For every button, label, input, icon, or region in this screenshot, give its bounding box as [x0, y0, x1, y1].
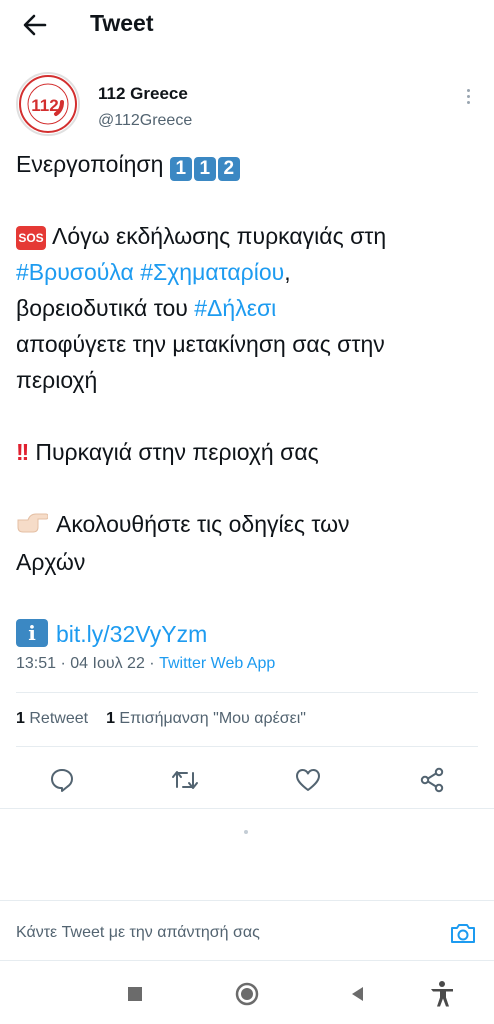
more-vertical-icon: [466, 88, 470, 92]
divider: [0, 808, 494, 809]
recents-button[interactable]: [120, 979, 150, 1009]
top-bar: Tweet: [0, 0, 494, 52]
tweet-line: SOS Λόγω εκδήλωσης πυρκαγιάς στη: [16, 218, 482, 254]
tweet-date: 04 Ιουλ 22: [70, 655, 145, 672]
hashtag-link[interactable]: #Σχηματαρίου: [140, 259, 284, 285]
tweet-meta: 13:51 · 04 Ιουλ 22 · Twitter Web App: [16, 655, 275, 673]
separator: ·: [56, 655, 71, 672]
camera-button[interactable]: [448, 918, 478, 948]
home-button[interactable]: [232, 979, 262, 1009]
activation-text: Ενεργοποίηση: [16, 151, 164, 177]
author-name[interactable]: 112 Greece: [98, 84, 188, 104]
nav-back-button[interactable]: [342, 979, 372, 1009]
tweet-stats: 1 Retweet 1 Επισήμανση "Μου αρέσει": [16, 710, 306, 728]
sos-icon: SOS: [16, 226, 46, 250]
page-title: Tweet: [90, 10, 154, 36]
tweet-line: βορειοδυτικά του #Δήλεσι: [16, 290, 482, 326]
more-options-button[interactable]: [458, 84, 478, 108]
divider: [16, 746, 478, 747]
retweets-stat[interactable]: 1 Retweet: [16, 710, 88, 728]
nav-back-icon: [352, 987, 363, 1001]
reply-input[interactable]: [16, 918, 416, 948]
system-navigation-bar: [0, 962, 494, 1024]
tweet-line: αποφύγετε την μετακίνηση σας στην: [16, 331, 385, 357]
112-logo-icon: 112: [19, 75, 77, 133]
info-icon: i: [16, 619, 48, 647]
tweet-time: 13:51: [16, 655, 57, 672]
double-exclamation-icon: !!: [16, 439, 29, 465]
tweet-line: #Βρυσούλα #Σχηματαρίου,: [16, 254, 482, 290]
hashtag-link[interactable]: #Δήλεσι: [194, 295, 276, 321]
retweet-icon: [172, 771, 198, 789]
separator: ·: [144, 655, 160, 672]
divider: [0, 900, 494, 901]
tweet-line: Αρχών: [16, 549, 86, 575]
tweet-source-link[interactable]: Twitter Web App: [159, 655, 275, 672]
punctuation: ,: [284, 259, 291, 285]
share-icon: [420, 767, 444, 793]
accessibility-icon: [431, 981, 453, 1007]
retweet-button[interactable]: [165, 760, 205, 800]
tweet-text-segment: Ακολουθήστε τις οδηγίες των: [56, 511, 350, 537]
tweet-text-segment: βορειοδυτικά του: [16, 295, 188, 321]
tweet-text: Ενεργοποίηση 112 SOS Λόγω εκδήλωσης πυρκα…: [16, 146, 482, 652]
back-button[interactable]: [18, 10, 52, 40]
like-icon: [296, 769, 320, 791]
author-handle[interactable]: @112Greece: [98, 112, 192, 130]
divider: [0, 960, 494, 961]
like-button[interactable]: [288, 760, 328, 800]
avatar-text: 112: [31, 96, 58, 115]
keycap-digit-1-icon: 1: [193, 157, 216, 181]
tweet-actions: [0, 760, 494, 800]
camera-icon: [451, 924, 475, 943]
tweet-link[interactable]: bit.ly/32VyYzm: [56, 621, 207, 647]
tweet-text-segment: Πυρκαγιά στην περιοχή σας: [35, 439, 319, 465]
reply-button[interactable]: [42, 760, 82, 800]
reply-icon: [51, 769, 73, 792]
tweet-line: i bit.ly/32VyYzm: [16, 616, 482, 652]
nav-home-icon: [235, 982, 259, 1006]
back-arrow-icon: [23, 14, 47, 36]
nav-recents-icon: [128, 987, 142, 1001]
tweet-line: !! Πυρκαγιά στην περιοχή σας: [16, 434, 482, 470]
accessibility-button[interactable]: [427, 979, 457, 1009]
share-button[interactable]: [412, 760, 452, 800]
hashtag-link[interactable]: #Βρυσούλα: [16, 259, 134, 285]
likes-stat[interactable]: 1 Επισήμανση "Μου αρέσει": [106, 710, 306, 728]
tweet-line: Ακολουθήστε τις οδηγίες των: [16, 506, 482, 544]
keycap-digit-1-icon: 1: [169, 157, 192, 181]
tweet-line: περιοχή: [16, 367, 98, 393]
tweet-line: Ενεργοποίηση 112: [16, 146, 482, 182]
pointing-hand-icon: [16, 508, 49, 544]
avatar[interactable]: 112: [16, 72, 80, 136]
scroll-indicator: [244, 830, 248, 834]
divider: [16, 692, 478, 693]
tweet-text-segment: Λόγω εκδήλωσης πυρκαγιάς στη: [52, 223, 387, 249]
keycap-digit-2-icon: 2: [217, 157, 240, 181]
